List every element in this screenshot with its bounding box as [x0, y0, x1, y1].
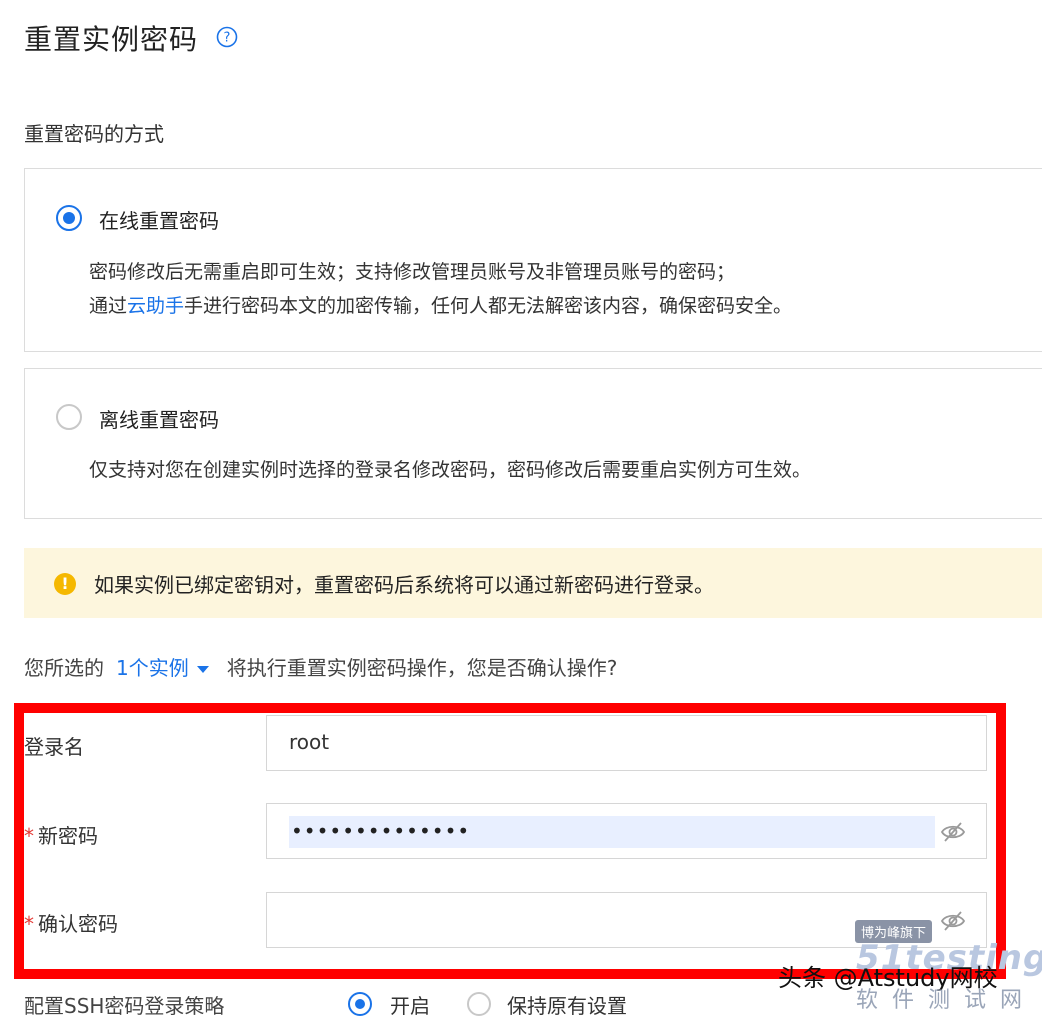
radio-ssh-keep[interactable]: [467, 992, 491, 1016]
radio-ssh-on[interactable]: [348, 992, 372, 1016]
radio-offline[interactable]: [56, 404, 82, 430]
option-online-reset[interactable]: 在线重置密码 密码修改后无需重启即可生效；支持修改管理员账号及非管理员账号的密码…: [24, 168, 1042, 352]
help-icon[interactable]: ?: [216, 26, 238, 48]
confirm-suffix: 将执行重置实例密码操作，您是否确认操作?: [226, 656, 618, 680]
svg-text:?: ?: [224, 31, 231, 46]
option-online-desc: 密码修改后无需重启即可生效；支持修改管理员账号及非管理员账号的密码； 通过云助手…: [89, 255, 792, 323]
reset-method-label: 重置密码的方式: [24, 122, 164, 146]
radio-online[interactable]: [56, 205, 82, 231]
option-online-title: 在线重置密码: [99, 209, 219, 233]
option-online-desc-line1: 密码修改后无需重启即可生效；支持修改管理员账号及非管理员账号的密码；: [89, 261, 736, 283]
ssh-keep-label: 保持原有设置: [507, 994, 627, 1018]
watermark-subtitle: 软件测试网: [856, 988, 1037, 1013]
option-offline-desc: 仅支持对您在创建实例时选择的登录名修改密码，密码修改后需要重启实例方可生效。: [89, 459, 812, 481]
instance-count-dropdown[interactable]: 1个实例: [116, 656, 189, 680]
ssh-policy-label: 配置SSH密码登录策略: [24, 994, 225, 1018]
warning-alert: ! 如果实例已绑定密钥对，重置密码后系统将可以通过新密码进行登录。: [24, 548, 1042, 618]
option-offline-reset[interactable]: 离线重置密码 仅支持对您在创建实例时选择的登录名修改密码，密码修改后需要重启实例…: [24, 368, 1042, 519]
dialog-title: 重置实例密码: [24, 23, 199, 56]
desc-suffix: 手进行密码本文的加密传输，任何人都无法解密该内容，确保密码安全。: [184, 295, 793, 317]
desc-prefix: 通过: [89, 295, 128, 317]
warning-text: 如果实例已绑定密钥对，重置密码后系统将可以通过新密码进行登录。: [94, 573, 714, 597]
ssh-policy-row: 配置SSH密码登录策略: [24, 990, 224, 1019]
warning-icon: !: [54, 573, 76, 595]
cloud-assistant-link[interactable]: 云助手: [127, 295, 184, 317]
confirm-message: 您所选的 1个实例 将执行重置实例密码操作，您是否确认操作?: [24, 652, 617, 681]
option-offline-title: 离线重置密码: [99, 408, 219, 432]
confirm-prefix: 您所选的: [24, 656, 104, 680]
caret-down-icon[interactable]: [196, 666, 209, 673]
option-online-desc-line2: 通过云助手手进行密码本文的加密传输，任何人都无法解密该内容，确保密码安全。: [89, 289, 792, 323]
ssh-on-label: 开启: [390, 994, 430, 1018]
